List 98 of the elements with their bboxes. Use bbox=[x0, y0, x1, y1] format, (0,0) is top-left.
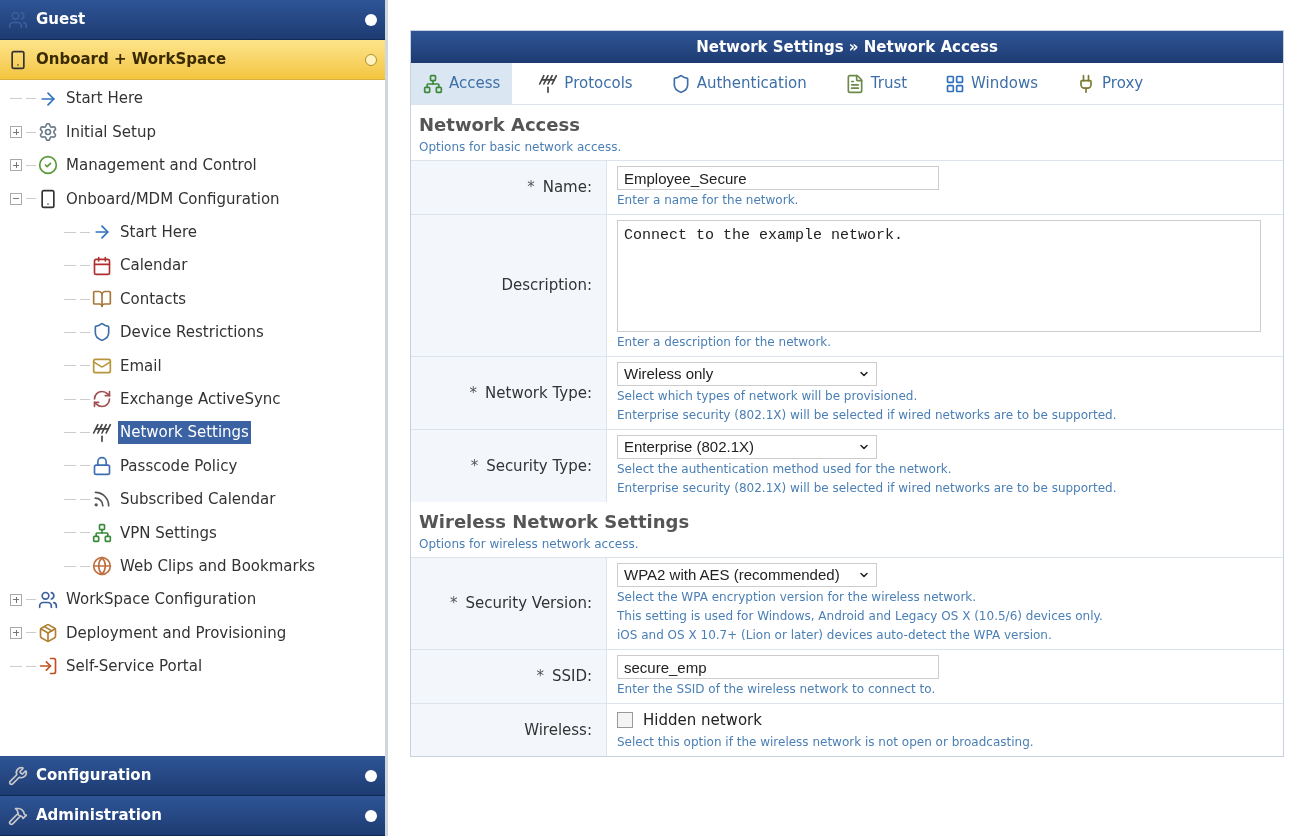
phone-icon bbox=[38, 188, 58, 209]
lock-icon bbox=[92, 456, 112, 476]
windows-logo-icon bbox=[945, 73, 966, 94]
tree-item[interactable]: Calendar bbox=[118, 254, 190, 277]
section-heading: Network Access bbox=[419, 113, 581, 137]
tree-item[interactable]: Start Here bbox=[64, 87, 145, 110]
tree-item[interactable]: Web Clips and Bookmarks bbox=[118, 554, 318, 578]
tree-item[interactable]: Email bbox=[118, 354, 164, 378]
tree-item[interactable]: Device Restrictions bbox=[118, 321, 266, 344]
tree-item[interactable]: Exchange ActiveSync bbox=[118, 387, 283, 411]
tree-item[interactable]: Deployment and Provisioning bbox=[64, 621, 289, 645]
tree-item[interactable]: Self-Service Portal bbox=[64, 655, 205, 678]
tree-item[interactable]: Contacts bbox=[118, 287, 189, 311]
field-label: Security Type: bbox=[486, 455, 592, 477]
text-field[interactable]: secure_emp bbox=[617, 655, 939, 679]
network-icon bbox=[92, 522, 112, 543]
hint-text: This setting is used for Windows, Android and Legacy OS X (10.5/6) devices only. bbox=[617, 608, 1103, 625]
field-label: Name: bbox=[542, 177, 592, 199]
dropdown[interactable]: WPA2 with AES (recommended) bbox=[617, 563, 877, 587]
section-heading: Wireless Network Settings bbox=[419, 510, 691, 534]
hint-text: Enterprise security (802.1X) will be selected if wired networks are to be supported. bbox=[617, 480, 1117, 497]
hint-text: Enter a name for the network. bbox=[617, 192, 799, 209]
section-description: Options for wireless network access. bbox=[419, 536, 640, 553]
required-asterisk: * bbox=[469, 382, 478, 404]
hint-text: Select the authentication method used for the network. bbox=[617, 461, 952, 478]
tree-item[interactable]: Network Settings bbox=[118, 421, 251, 444]
accordion-header[interactable]: Administration bbox=[0, 796, 385, 836]
people-icon bbox=[8, 9, 28, 30]
antenna-icon bbox=[92, 422, 112, 443]
tree-item[interactable]: VPN Settings bbox=[118, 521, 219, 544]
field-label: Wireless: bbox=[524, 719, 592, 741]
field-label: Security Version: bbox=[465, 593, 592, 615]
field-label: Network Type: bbox=[485, 382, 592, 404]
people-icon bbox=[38, 589, 58, 610]
collapse-toggle[interactable] bbox=[10, 192, 22, 205]
tab[interactable]: Windows bbox=[933, 63, 1051, 104]
hint-text: Enterprise security (802.1X) will be selected if wired networks are to be supported. bbox=[617, 407, 1117, 424]
checkbox[interactable] bbox=[617, 712, 633, 729]
dropdown[interactable]: Enterprise (802.1X) bbox=[617, 435, 877, 459]
accordion-header[interactable]: Guest bbox=[0, 0, 385, 40]
accordion-header[interactable]: Onboard + WorkSpace bbox=[0, 40, 385, 80]
accordion-title: Guest bbox=[36, 9, 87, 31]
required-asterisk: * bbox=[527, 177, 535, 199]
tree-item[interactable]: Passcode Policy bbox=[118, 454, 240, 478]
field-label: SSID: bbox=[551, 666, 592, 688]
hammer-icon bbox=[8, 805, 28, 826]
globe-icon bbox=[92, 556, 112, 577]
required-asterisk: * bbox=[470, 455, 479, 477]
tab[interactable]: Authentication bbox=[658, 63, 819, 104]
tree-item[interactable]: Onboard/MDM Configuration bbox=[64, 187, 282, 211]
package-icon bbox=[38, 622, 58, 643]
antenna-icon bbox=[538, 73, 559, 94]
phone-icon bbox=[8, 49, 28, 70]
collapse-icon bbox=[365, 769, 377, 782]
accordion-title: Configuration bbox=[36, 765, 153, 787]
tab[interactable]: Proxy bbox=[1064, 63, 1156, 104]
book-icon bbox=[92, 289, 112, 310]
accordion-title: Onboard + WorkSpace bbox=[36, 49, 228, 71]
gear-icon bbox=[38, 122, 58, 143]
tree-item[interactable]: Initial Setup bbox=[64, 120, 158, 144]
section-description: Options for basic network access. bbox=[419, 139, 623, 156]
hint-text: Select which types of network will be provisioned. bbox=[617, 388, 918, 405]
tab[interactable]: Access bbox=[411, 63, 513, 104]
hint-text: Enter a description for the network. bbox=[617, 334, 832, 351]
portal-icon bbox=[38, 656, 58, 677]
hint-text: Select the WPA encryption version for the wireless network. bbox=[617, 589, 977, 606]
collapse-icon bbox=[365, 13, 377, 26]
check-circle-icon bbox=[38, 155, 58, 176]
accordion-header[interactable]: Configuration bbox=[0, 756, 385, 796]
required-asterisk: * bbox=[536, 666, 544, 688]
description-textarea[interactable]: Connect to the example network. bbox=[617, 220, 1261, 332]
tab[interactable]: Protocols bbox=[526, 63, 645, 104]
network-icon bbox=[423, 73, 443, 94]
accordion-title: Administration bbox=[36, 805, 163, 827]
tree-item[interactable]: Subscribed Calendar bbox=[118, 488, 278, 511]
tree-item[interactable]: Management and Control bbox=[64, 154, 259, 177]
wrench-icon bbox=[8, 765, 28, 786]
hint-text: Enter the SSID of the wireless network to connect to. bbox=[617, 681, 936, 698]
text-field[interactable]: Employee_Secure bbox=[617, 166, 939, 190]
tab[interactable]: Trust bbox=[832, 63, 920, 104]
collapse-icon bbox=[365, 809, 377, 822]
panel-title-bar: Network Settings » Network Access bbox=[411, 31, 1283, 63]
expand-toggle[interactable] bbox=[10, 159, 22, 172]
hint-text: Select this option if the wireless network is not open or broadcasting. bbox=[617, 733, 1034, 751]
dropdown[interactable]: Wireless only bbox=[617, 362, 877, 386]
tree-item[interactable]: WorkSpace Configuration bbox=[64, 588, 259, 611]
tree-item[interactable]: Start Here bbox=[118, 221, 199, 244]
checkbox-label: Hidden network bbox=[643, 710, 762, 731]
collapse-icon bbox=[365, 53, 377, 66]
field-label: Description: bbox=[501, 275, 592, 297]
calendar-icon bbox=[92, 255, 112, 276]
sync-icon bbox=[92, 389, 112, 410]
expand-toggle[interactable] bbox=[10, 626, 22, 639]
expand-toggle[interactable] bbox=[10, 126, 22, 139]
required-asterisk: * bbox=[449, 593, 458, 615]
expand-toggle[interactable] bbox=[10, 593, 22, 606]
shield-icon bbox=[92, 322, 112, 343]
hint-text: iOS and OS X 10.7+ (Lion or later) devices auto-detect the WPA version. bbox=[617, 627, 1052, 644]
